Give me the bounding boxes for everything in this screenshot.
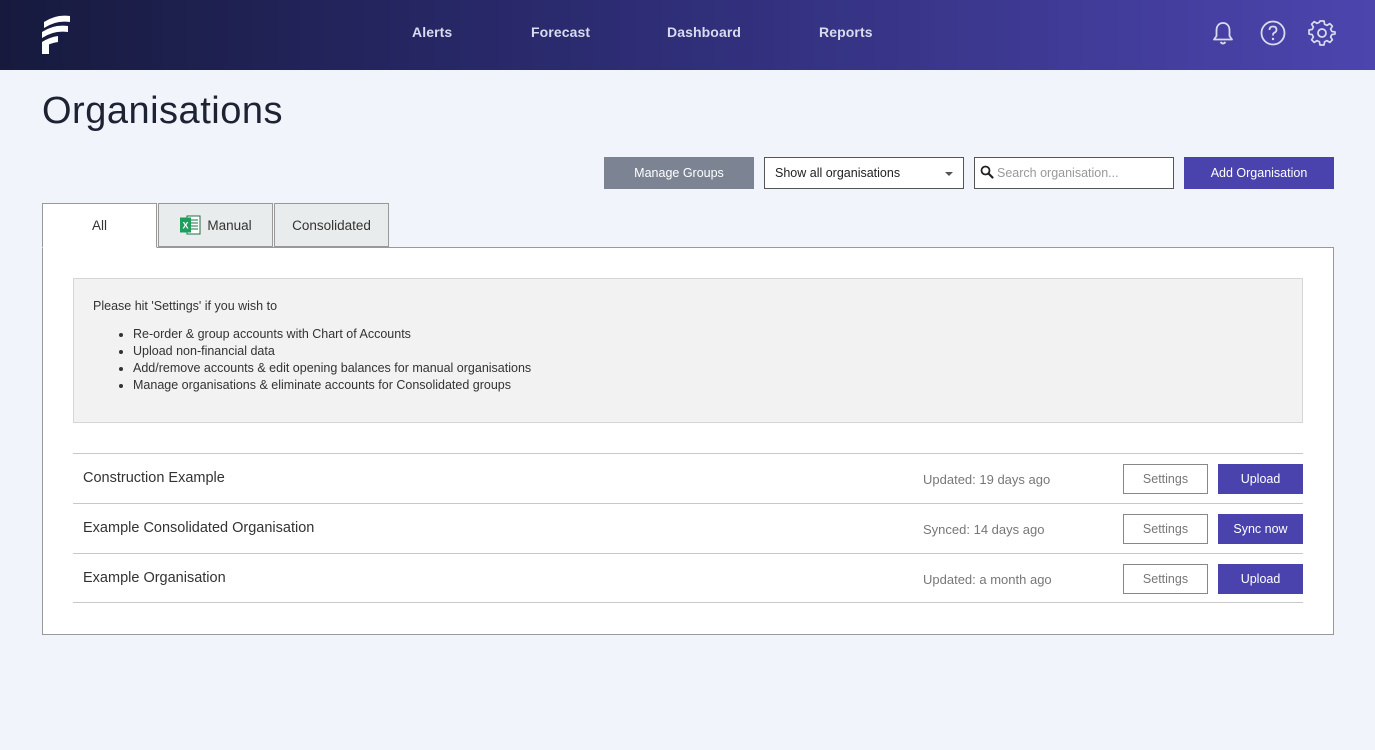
organisation-row: Construction Example Updated: 19 days ag… <box>73 453 1303 503</box>
page-title: Organisations <box>42 90 283 132</box>
caret-down-icon <box>945 172 953 176</box>
organisation-row: Example Consolidated Organisation Synced… <box>73 503 1303 553</box>
help-icon[interactable] <box>1259 19 1287 47</box>
tab-manual-label: Manual <box>207 217 252 233</box>
settings-button[interactable]: Settings <box>1123 514 1208 544</box>
organisation-name: Construction Example <box>83 470 225 486</box>
organisations-panel: Please hit 'Settings' if you wish to Re-… <box>42 247 1334 635</box>
add-organisation-button[interactable]: Add Organisation <box>1184 157 1334 189</box>
nav-forecast[interactable]: Forecast <box>531 24 590 40</box>
search-input[interactable] <box>997 162 1167 184</box>
main-nav: Alerts Forecast Dashboard Reports <box>0 0 1375 70</box>
upload-button[interactable]: Upload <box>1218 464 1303 494</box>
info-item: Re-order & group accounts with Chart of … <box>133 326 531 343</box>
tab-consolidated-label: Consolidated <box>292 217 371 233</box>
tab-consolidated[interactable]: Consolidated <box>274 203 389 247</box>
top-navigation-bar: Alerts Forecast Dashboard Reports <box>0 0 1375 70</box>
tab-all[interactable]: All <box>42 203 157 248</box>
tab-manual[interactable]: X Manual <box>158 203 273 247</box>
info-intro: Please hit 'Settings' if you wish to <box>93 299 278 313</box>
tab-all-label: All <box>91 218 107 233</box>
info-item: Upload non-financial data <box>133 343 531 360</box>
organisation-filter-select[interactable]: Show all organisations <box>764 157 964 189</box>
gear-icon[interactable] <box>1308 19 1336 47</box>
organisation-list: Construction Example Updated: 19 days ag… <box>73 453 1303 603</box>
settings-info-box: Please hit 'Settings' if you wish to Re-… <box>73 278 1303 423</box>
organisation-status: Updated: a month ago <box>923 572 1052 587</box>
search-field[interactable] <box>974 157 1174 189</box>
filter-selected-value: Show all organisations <box>775 166 901 180</box>
settings-button[interactable]: Settings <box>1123 464 1208 494</box>
nav-alerts[interactable]: Alerts <box>412 24 452 40</box>
settings-button[interactable]: Settings <box>1123 564 1208 594</box>
upload-button[interactable]: Upload <box>1218 564 1303 594</box>
nav-reports[interactable]: Reports <box>819 24 873 40</box>
info-item: Manage organisations & eliminate account… <box>133 377 531 394</box>
organisation-row: Example Organisation Updated: a month ag… <box>73 553 1303 603</box>
search-icon <box>980 165 994 179</box>
bell-icon[interactable] <box>1209 19 1237 47</box>
svg-text:X: X <box>183 221 189 231</box>
organisation-status: Updated: 19 days ago <box>923 472 1051 487</box>
organisation-name: Example Consolidated Organisation <box>83 520 315 536</box>
sync-now-button[interactable]: Sync now <box>1218 514 1303 544</box>
organisation-name: Example Organisation <box>83 570 226 586</box>
info-list: Re-order & group accounts with Chart of … <box>133 326 531 394</box>
manage-groups-button[interactable]: Manage Groups <box>604 157 754 189</box>
organisation-status: Synced: 14 days ago <box>923 522 1045 537</box>
excel-icon: X <box>180 215 201 235</box>
nav-dashboard[interactable]: Dashboard <box>667 24 741 40</box>
info-item: Add/remove accounts & edit opening balan… <box>133 360 531 377</box>
